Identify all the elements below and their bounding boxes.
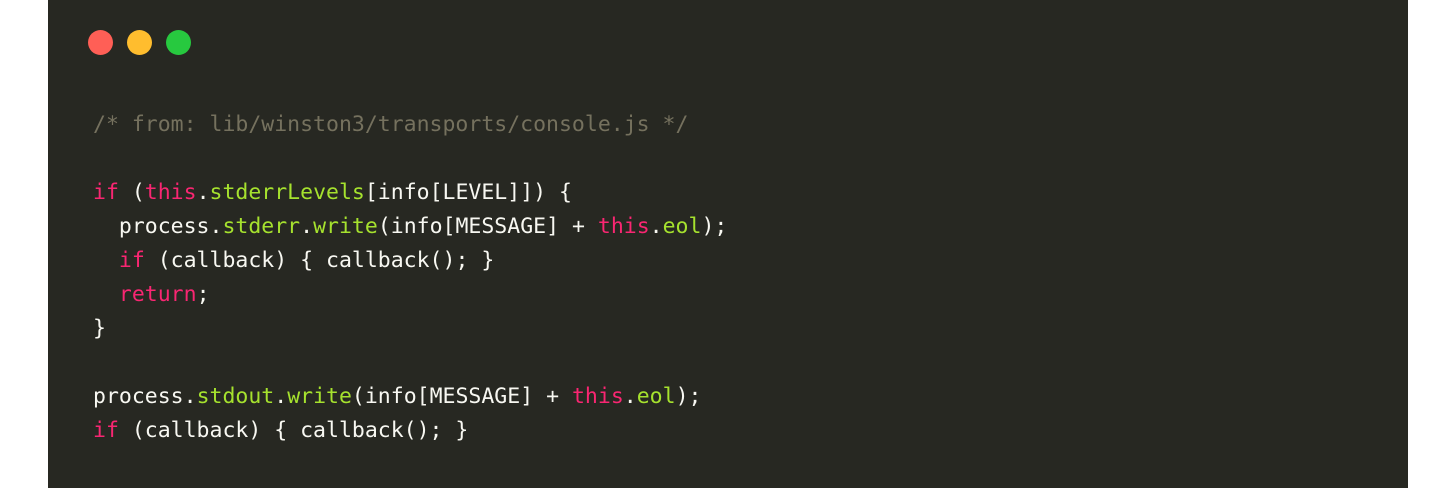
code-text: (callback) { callback(); } [118, 418, 469, 443]
code-line: return; [93, 278, 727, 312]
code-text: process. [93, 214, 223, 239]
code-text: (info[MESSAGE] + [351, 384, 572, 409]
code-text: process. [93, 384, 197, 409]
green-dot-icon[interactable] [166, 30, 191, 55]
code-line: if (callback) { callback(); } [93, 414, 727, 448]
code-line: /* from: lib/winston3/transports/console… [93, 108, 727, 142]
code-text: . [274, 384, 288, 409]
code-text: (info[MESSAGE] + [377, 214, 598, 239]
code-text: } [93, 316, 106, 341]
code-identifier: eol [662, 214, 702, 239]
code-text: ; [196, 282, 210, 307]
code-comment: /* from: lib/winston3/transports/console… [93, 112, 689, 137]
yellow-dot-icon[interactable] [127, 30, 152, 55]
code-line: if (callback) { callback(); } [93, 244, 727, 278]
code-window: /* from: lib/winston3/transports/console… [48, 0, 1408, 488]
code-keyword: this [144, 180, 197, 205]
code-text: [info[LEVEL]]) { [364, 180, 572, 205]
code-keyword: if [118, 248, 145, 273]
code-identifier: stderrLevels [209, 180, 365, 205]
code-keyword: this [597, 214, 650, 239]
code-text: . [623, 384, 637, 409]
code-line: if (this.stderrLevels[info[LEVEL]]) { [93, 176, 727, 210]
code-text: . [196, 180, 210, 205]
code-block: /* from: lib/winston3/transports/console… [93, 108, 727, 448]
code-keyword: if [93, 418, 119, 443]
code-text: (callback) { callback(); } [144, 248, 495, 273]
code-identifier: write [287, 384, 352, 409]
red-dot-icon[interactable] [88, 30, 113, 55]
code-identifier: eol [636, 384, 676, 409]
code-line: process.stdout.write(info[MESSAGE] + thi… [93, 380, 727, 414]
code-text: . [300, 214, 314, 239]
code-identifier: stdout [196, 384, 275, 409]
code-line: process.stderr.write(info[MESSAGE] + thi… [93, 210, 727, 244]
code-text: ( [118, 180, 145, 205]
code-identifier: write [313, 214, 378, 239]
code-text: ); [675, 384, 702, 409]
code-text: . [649, 214, 663, 239]
code-keyword: if [93, 180, 119, 205]
code-line: } [93, 312, 727, 346]
code-keyword: this [571, 384, 624, 409]
code-text: ); [701, 214, 728, 239]
code-identifier: stderr [222, 214, 301, 239]
code-keyword: return [118, 282, 197, 307]
